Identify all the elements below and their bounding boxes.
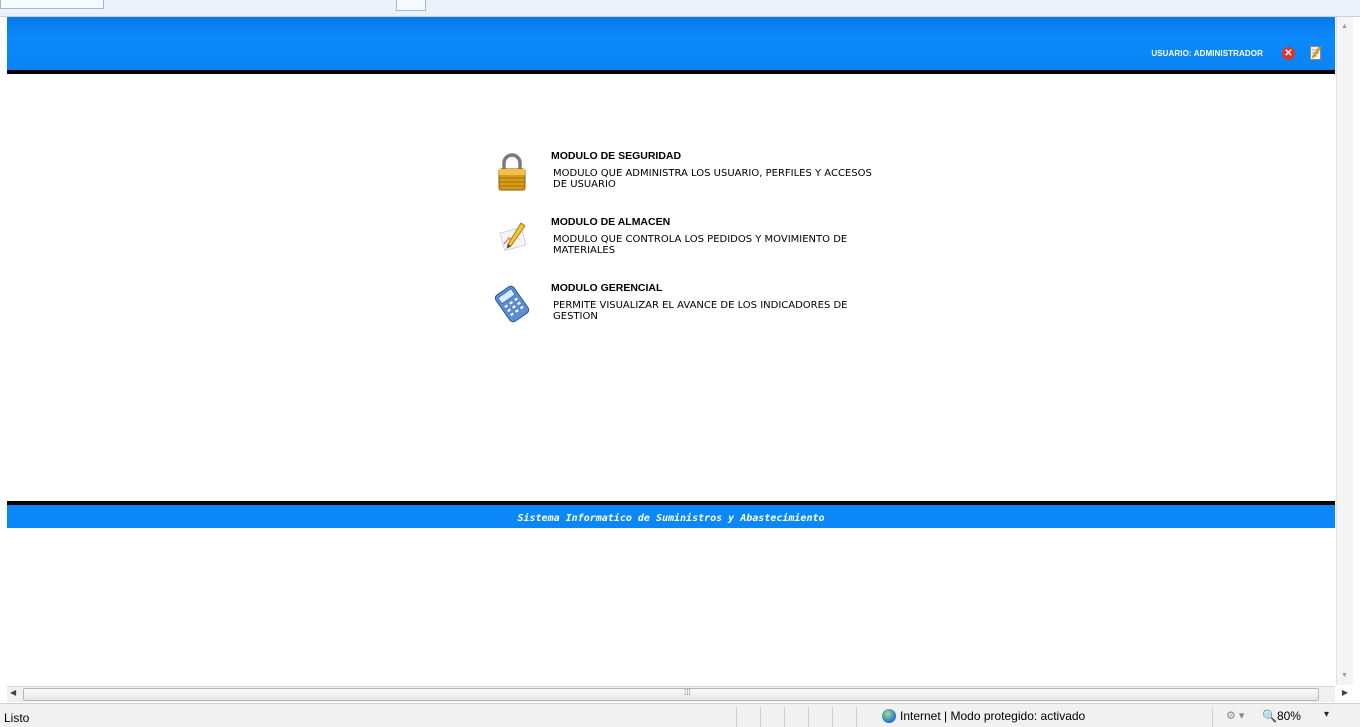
security-zone[interactable]: Internet | Modo protegido: activado <box>882 709 1085 723</box>
browser-tab[interactable] <box>0 0 104 9</box>
user-label: USUARIO: ADMINISTRADOR <box>1151 49 1263 58</box>
module-management[interactable]: MODULO GERENCIAL PERMITE VISUALIZAR EL A… <box>494 282 894 348</box>
globe-icon <box>882 709 896 723</box>
vertical-scrollbar[interactable]: ▲ ▼ <box>1336 17 1353 685</box>
status-bar: Listo Internet | Modo protegido: activad… <box>0 703 1360 727</box>
scroll-right-icon[interactable]: ▶ <box>1342 688 1348 697</box>
addons-icon[interactable]: ⚙ ▾ <box>1226 709 1244 722</box>
module-title[interactable]: MODULO DE ALMACEN <box>551 216 670 228</box>
module-list: MODULO DE SEGURIDAD MODULO QUE ADMINISTR… <box>494 150 894 348</box>
calculator-icon <box>494 285 530 323</box>
pencil-chart-icon <box>499 222 527 252</box>
module-warehouse[interactable]: MODULO DE ALMACEN MODULO QUE CONTROLA LO… <box>494 216 894 282</box>
close-icon[interactable]: ✕ <box>1282 47 1295 60</box>
browser-tab-strip <box>0 0 1360 17</box>
new-tab-button[interactable] <box>396 0 426 11</box>
lock-icon <box>498 153 526 191</box>
module-title[interactable]: MODULO DE SEGURIDAD <box>551 150 681 162</box>
edit-icon[interactable] <box>1310 46 1321 60</box>
header-divider <box>7 70 1335 74</box>
scroll-left-icon[interactable]: ◀ <box>10 688 16 697</box>
page-header: USUARIO: ADMINISTRADOR ✕ <box>7 17 1335 70</box>
module-description: PERMITE VISUALIZAR EL AVANCE DE LOS INDI… <box>553 300 848 322</box>
scroll-up-icon[interactable]: ▲ <box>1341 23 1348 30</box>
module-security[interactable]: MODULO DE SEGURIDAD MODULO QUE ADMINISTR… <box>494 150 894 216</box>
page-viewport: USUARIO: ADMINISTRADOR ✕ MODULO DE SEGUR… <box>7 17 1335 685</box>
footer-text: Sistema Informatico de Suministros y Aba… <box>517 513 825 524</box>
zoom-level[interactable]: 🔍80% <box>1262 709 1301 723</box>
zoom-dropdown-icon[interactable]: ▾ <box>1324 709 1329 720</box>
module-description: MODULO QUE ADMINISTRA LOS USUARIO, PERFI… <box>553 168 872 190</box>
grip-icon: ⁞⁞⁞ <box>684 688 691 697</box>
scroll-down-icon[interactable]: ▼ <box>1341 672 1348 679</box>
horizontal-scrollbar[interactable]: ◀ ⁞⁞⁞ ▶ <box>7 686 1348 702</box>
module-description: MODULO QUE CONTROLA LOS PEDIDOS Y MOVIMI… <box>553 234 848 256</box>
zoom-value: 80% <box>1276 709 1301 723</box>
scrollbar-thumb[interactable]: ⁞⁞⁞ <box>23 688 1319 701</box>
status-text: Listo <box>4 711 30 725</box>
zone-text: Internet | Modo protegido: activado <box>900 709 1086 723</box>
module-title[interactable]: MODULO GERENCIAL <box>551 282 662 294</box>
page-footer: Sistema Informatico de Suministros y Aba… <box>7 505 1335 528</box>
